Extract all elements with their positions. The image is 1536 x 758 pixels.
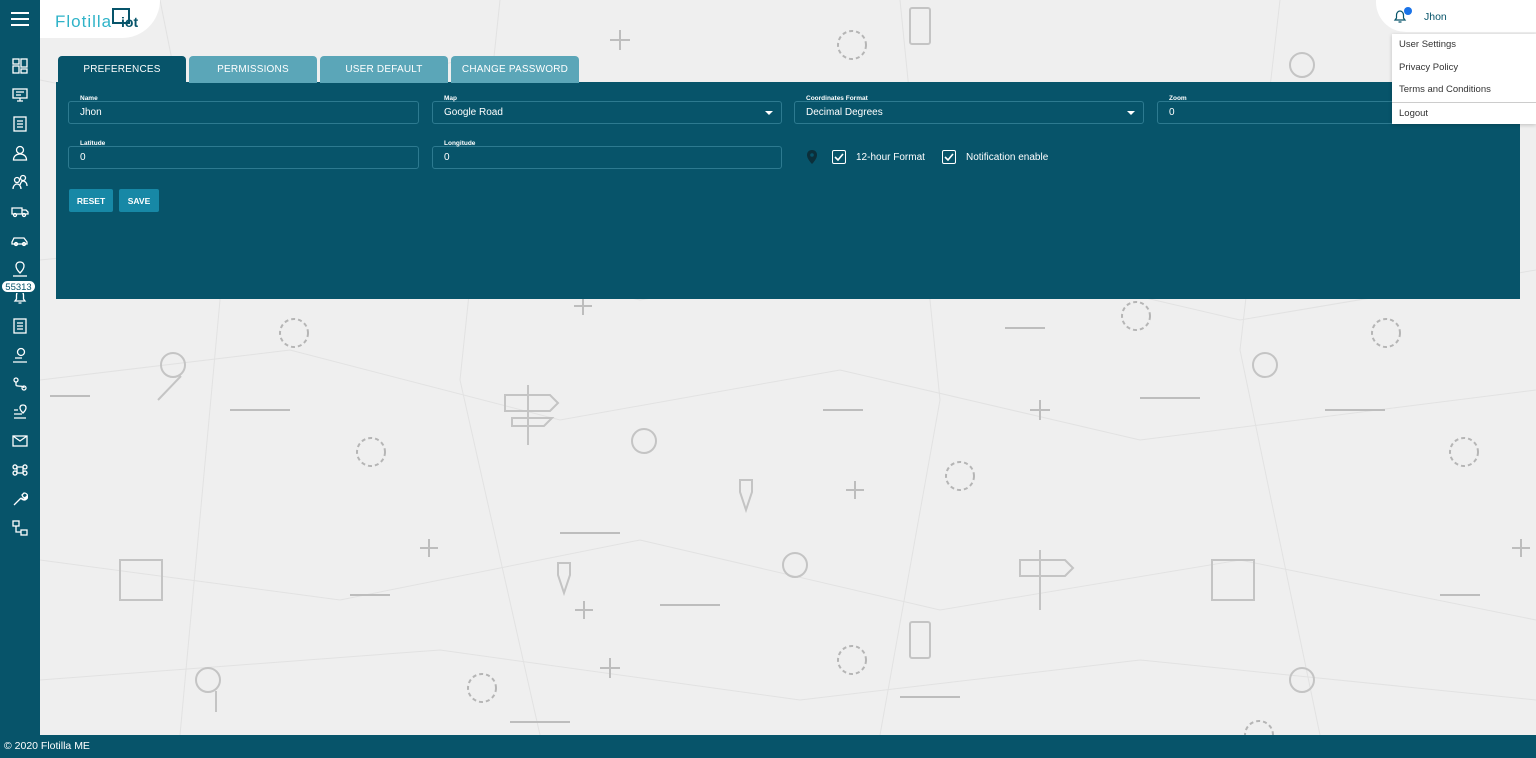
sidebar-item-vehicles[interactable] bbox=[0, 227, 40, 253]
hamburger-icon bbox=[11, 12, 29, 26]
map-select[interactable]: Map Google Road bbox=[432, 95, 782, 124]
sidebar-item-dashboard[interactable] bbox=[0, 53, 40, 79]
report-icon bbox=[13, 318, 27, 334]
checkbox-checked-icon bbox=[832, 150, 846, 164]
sidebar-item-users[interactable] bbox=[0, 140, 40, 166]
save-button[interactable]: SAVE bbox=[119, 189, 159, 212]
menu-item-logout[interactable]: Logout bbox=[1392, 101, 1536, 125]
map-label: Map bbox=[444, 95, 457, 102]
menu-item-privacy-policy[interactable]: Privacy Policy bbox=[1392, 57, 1536, 80]
tab-preferences[interactable]: PREFERENCES bbox=[58, 56, 186, 83]
sidebar-item-commands[interactable] bbox=[0, 457, 40, 483]
location-user-icon bbox=[13, 261, 27, 277]
name-field[interactable]: Name Jhon bbox=[68, 95, 419, 124]
user-icon bbox=[12, 145, 28, 161]
map-value: Google Road bbox=[444, 107, 503, 118]
reset-button[interactable]: RESET bbox=[69, 189, 113, 212]
notification-dot bbox=[1404, 7, 1412, 15]
footer: © 2020 Flotilla ME bbox=[0, 735, 1536, 758]
checklist-icon bbox=[13, 116, 27, 132]
sidebar-item-workflow[interactable] bbox=[0, 515, 40, 541]
flotilla-logo-icon: Flotilla iot bbox=[55, 8, 138, 31]
route-icon bbox=[13, 377, 27, 391]
sidebar-item-groups[interactable] bbox=[0, 169, 40, 195]
zoom-value: 0 bbox=[1169, 107, 1175, 118]
coordinates-format-value: Decimal Degrees bbox=[806, 107, 883, 118]
user-dropdown-menu: User Settings Privacy Policy Terms and C… bbox=[1392, 34, 1536, 124]
sidebar-item-checklist[interactable] bbox=[0, 111, 40, 137]
wrench-icon bbox=[13, 492, 28, 506]
sidebar-item-maintenance[interactable] bbox=[0, 486, 40, 512]
monitor-icon bbox=[12, 88, 28, 102]
longitude-field[interactable]: Longitude 0 bbox=[432, 140, 782, 169]
menu-item-user-settings[interactable]: User Settings bbox=[1392, 34, 1536, 57]
chevron-down-icon bbox=[1127, 111, 1135, 115]
svg-text:iot: iot bbox=[121, 14, 138, 30]
name-value: Jhon bbox=[80, 107, 102, 118]
latitude-label: Latitude bbox=[80, 140, 106, 147]
workflow-icon bbox=[12, 520, 28, 536]
tab-permissions[interactable]: PERMISSIONS bbox=[189, 56, 317, 83]
users-icon bbox=[12, 174, 28, 190]
longitude-value: 0 bbox=[444, 152, 450, 163]
menu-item-terms[interactable]: Terms and Conditions bbox=[1392, 79, 1536, 102]
mail-icon bbox=[12, 435, 28, 447]
tab-user-default[interactable]: USER DEFAULT bbox=[320, 56, 448, 83]
chevron-down-icon bbox=[765, 111, 773, 115]
user-name[interactable]: Jhon bbox=[1424, 11, 1447, 23]
driver-icon bbox=[13, 347, 27, 363]
hamburger-menu-button[interactable] bbox=[0, 0, 40, 38]
notification-enable-checkbox[interactable]: Notification enable bbox=[942, 150, 1048, 164]
sidebar-item-trucks[interactable] bbox=[0, 198, 40, 224]
coordinates-format-select[interactable]: Coordinates Format Decimal Degrees bbox=[794, 95, 1144, 124]
tab-change-password[interactable]: CHANGE PASSWORD bbox=[451, 56, 579, 83]
latitude-value: 0 bbox=[80, 152, 86, 163]
checkbox-checked-icon bbox=[942, 150, 956, 164]
notification-count-badge: 55313 bbox=[1, 280, 36, 293]
command-icon bbox=[12, 464, 28, 476]
sidebar-item-drivers[interactable] bbox=[0, 342, 40, 368]
sidebar-item-location[interactable] bbox=[0, 256, 40, 282]
sidebar-item-geofence[interactable] bbox=[0, 399, 40, 425]
preferences-panel: Name Jhon Map Google Road Coordinates Fo… bbox=[56, 82, 1520, 299]
sidebar-item-routes[interactable] bbox=[0, 371, 40, 397]
notification-enable-label: Notification enable bbox=[966, 151, 1049, 163]
dashboard-icon bbox=[12, 58, 28, 74]
coordinates-format-label: Coordinates Format bbox=[806, 95, 868, 102]
user-area: Jhon bbox=[1376, 0, 1536, 32]
longitude-label: Longitude bbox=[444, 140, 476, 147]
truck-icon bbox=[11, 207, 29, 218]
map-pin-icon[interactable] bbox=[807, 150, 817, 164]
name-label: Name bbox=[80, 95, 98, 102]
sidebar bbox=[0, 38, 40, 735]
latitude-field[interactable]: Latitude 0 bbox=[68, 140, 419, 169]
sidebar-item-reports[interactable] bbox=[0, 313, 40, 339]
hour-format-label: 12-hour Format bbox=[856, 151, 925, 163]
car-icon bbox=[11, 237, 28, 247]
hour-format-checkbox[interactable]: 12-hour Format bbox=[832, 150, 925, 164]
svg-text:Flotilla: Flotilla bbox=[55, 12, 112, 31]
sidebar-item-messages[interactable] bbox=[0, 428, 40, 454]
logo[interactable]: Flotilla iot bbox=[40, 0, 160, 38]
topbar-left: Flotilla iot bbox=[0, 0, 160, 38]
geofence-icon bbox=[14, 404, 27, 419]
sidebar-item-monitor[interactable] bbox=[0, 82, 40, 108]
zoom-label: Zoom bbox=[1169, 95, 1187, 102]
